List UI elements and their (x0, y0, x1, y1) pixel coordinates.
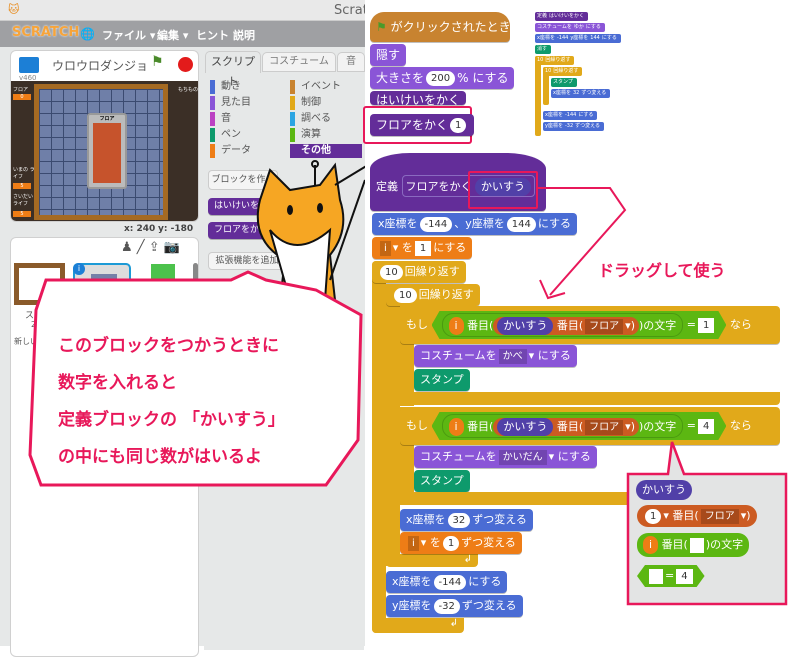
letter-of-block[interactable]: i 番目( )の文字 (637, 533, 750, 557)
monitor-label: さいだい ライフ (13, 194, 34, 207)
monitor-label: フロア (13, 87, 29, 93)
repeat-inner-arm (386, 284, 400, 566)
drag-arrow (538, 187, 627, 300)
title-bar: 🐱 Scrato (0, 0, 376, 21)
menu-about[interactable]: 説明 (233, 27, 255, 43)
project-name[interactable]: ウロウロダンジョ (52, 57, 148, 74)
repeat-block-outer[interactable]: 10 回繰り返す (372, 261, 466, 283)
stamp-block[interactable]: スタンプ (414, 470, 470, 492)
green-flag-icon: ⚑ (376, 20, 387, 34)
category-9[interactable]: その他 (290, 144, 362, 158)
mouse-y: y: -180 (158, 224, 194, 234)
monitor-value: 0 (13, 94, 31, 100)
repeat-inner-end: ↲ (386, 554, 478, 567)
mini-block[interactable]: x座標を 32 ずつ変える (551, 89, 611, 98)
category-2[interactable]: 音 (210, 112, 231, 126)
monitor-value: 5 (13, 211, 31, 217)
switch-costume-block[interactable]: コスチュームを かべ ▾ にする (414, 345, 577, 367)
menu-tips[interactable]: ヒント (196, 27, 229, 43)
inventory-label: もちもの (178, 87, 199, 93)
change-y-block[interactable]: y座標を -32 ずつ変える (386, 595, 523, 617)
letter-of-operator[interactable]: i 番目(かいすう 番目(フロア ▾))の文字 (442, 313, 684, 337)
change-x-block[interactable]: x座標を 32 ずつ変える (400, 509, 533, 531)
repeat-outer-end: ↲ (372, 618, 464, 633)
goto-xy-block[interactable]: x座標を -144 、y座標を 144 にする (372, 213, 577, 235)
globe-icon[interactable]: 🌐 (80, 27, 95, 41)
category-4[interactable]: データ (210, 144, 251, 158)
mini-block[interactable]: コスチュームを ゆか にする (535, 23, 605, 32)
mini-block[interactable]: 定義 はいけいをかく (535, 12, 589, 21)
set-size-block[interactable]: 大きさを 200% にする (370, 67, 515, 89)
switch-costume-block[interactable]: コスチュームを かいだん ▾ にする (414, 446, 597, 468)
monitor-value: 5 (13, 183, 31, 189)
param-highlight-box (468, 171, 538, 209)
mini-block[interactable]: 10 回繰り返す (535, 56, 575, 65)
category-1[interactable]: 見た目 (210, 96, 251, 110)
item-of-list-block[interactable]: 1 ▾ 番目(フロア ▾) (637, 505, 757, 527)
background-define-script[interactable]: 定義 はいけいをかくコスチュームを ゆか にする x座標を -144 y座標を 144 にする消… (535, 12, 645, 142)
category-0[interactable]: 動き (210, 80, 241, 94)
param-reporter-sample[interactable]: かいすう (636, 480, 692, 500)
scratch-logo[interactable]: SCRATCH (12, 25, 79, 40)
speech-bubble-text: このブロックをつかうときに 数字を入れると 定義ブロックの 「かいすう」 の中にも同じ… (58, 336, 285, 467)
fullscreen-icon[interactable] (19, 57, 39, 73)
green-flag-icon[interactable]: ⚑ (151, 54, 164, 70)
menu-edit[interactable]: 編集 ▾ (157, 27, 188, 43)
menu-file[interactable]: ファイル ▾ (102, 27, 155, 43)
mini-block[interactable]: 10 回繰り返す (543, 67, 583, 76)
menu-bar: SCRATCH 🌐 ファイル ▾ 編集 ▾ ヒント 説明 (0, 21, 365, 47)
set-x-block[interactable]: x座標を -144 にする (386, 571, 508, 593)
drag-annotation: ドラッグして使う (598, 261, 726, 280)
category-5[interactable]: イベント (290, 80, 341, 94)
letter-of-operator[interactable]: i 番目(かいすう 番目(フロア ▾))の文字 (442, 414, 684, 438)
floor-card: フロア (87, 113, 127, 189)
repeat-block-inner[interactable]: 10 回繰り返す (386, 284, 480, 306)
tab-sounds[interactable]: 音 (337, 52, 365, 72)
draw-floor-call-block[interactable]: フロアをかく 1 (370, 114, 475, 136)
if-end (400, 392, 780, 405)
scratch-cat-icon: 🐱 (8, 3, 20, 16)
mini-block[interactable]: スタンプ (551, 78, 577, 87)
category-8[interactable]: 演算 (290, 128, 321, 142)
repeat-outer-arm (372, 261, 386, 633)
category-3[interactable]: ペン (210, 128, 241, 142)
category-7[interactable]: 調べる (290, 112, 331, 126)
change-variable-block[interactable]: i ▾ を 1 ずつ変える (400, 532, 522, 554)
monitor-label: いまの ライフ (13, 167, 35, 180)
equals-operator[interactable]: i 番目(かいすう 番目(フロア ▾))の文字 = 1 (432, 311, 727, 339)
category-6[interactable]: 制御 (290, 96, 321, 110)
stage-canvas[interactable]: フロア フロア 0 いまの ライフ 5 さいだい ライフ 5 もちもの (11, 81, 199, 221)
mini-block[interactable]: x座標を -144 y座標を 144 にする (535, 34, 621, 43)
when-flag-clicked-block[interactable]: ⚑ がクリックされたとき (370, 12, 511, 42)
hide-block[interactable]: 隠す (370, 44, 407, 66)
mouse-x: x: 240 (124, 224, 156, 234)
mini-block[interactable]: x座標を -144 にする (543, 111, 598, 120)
equals-block[interactable]: = 4 (637, 565, 705, 587)
stamp-block[interactable]: スタンプ (414, 369, 470, 391)
equals-operator[interactable]: i 番目(かいすう 番目(フロア ▾))の文字 = 4 (432, 412, 727, 440)
stop-icon[interactable] (178, 57, 193, 72)
draw-background-block[interactable]: はいけいをかく (370, 91, 467, 105)
if-block-wall[interactable]: もし i 番目(かいすう 番目(フロア ▾))の文字 = 1 なら (400, 306, 780, 344)
mini-block[interactable]: 消す (535, 45, 552, 54)
stage-panel: v460 ウロウロダンジョ ⚑ フロア フロア 0 いまの ライフ 5 さいだい… (10, 50, 199, 222)
paint-sprite-icons[interactable]: ♟ ╱ ⇪ 📷 (121, 240, 180, 255)
set-variable-block[interactable]: i ▾ を 1 にする (372, 237, 473, 259)
tab-costumes[interactable]: コスチューム (262, 52, 336, 72)
tab-scripts[interactable]: スクリプト (205, 51, 261, 88)
mini-block[interactable]: y座標を -32 ずつ変える (543, 122, 604, 131)
